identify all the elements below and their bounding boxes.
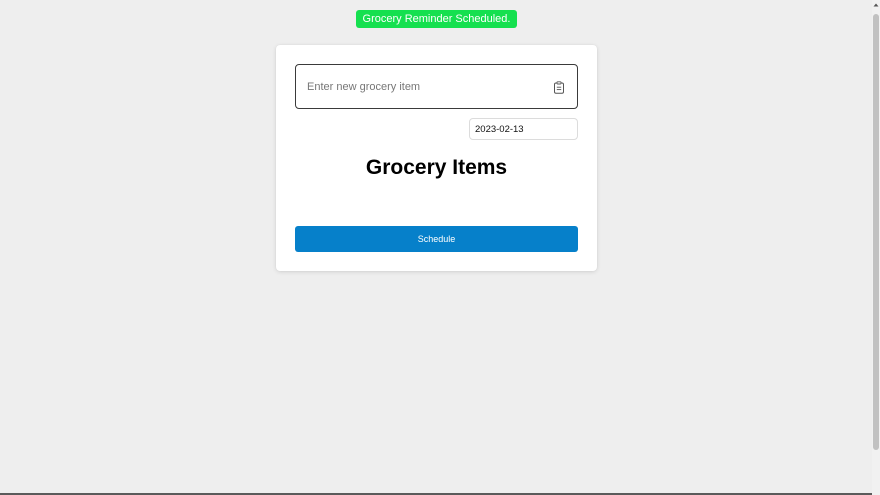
grocery-card: Grocery Items Schedule — [276, 45, 597, 271]
vertical-scrollbar[interactable] — [872, 0, 880, 495]
schedule-button[interactable]: Schedule — [295, 226, 578, 252]
grocery-item-field[interactable] — [295, 64, 578, 109]
grocery-item-input[interactable] — [307, 65, 537, 108]
toast-message: Grocery Reminder Scheduled. — [362, 13, 511, 25]
reminder-date-input[interactable] — [475, 119, 573, 139]
scrollbar-thumb[interactable] — [873, 14, 879, 450]
reminder-date-field[interactable] — [469, 118, 578, 140]
notification-toast: Grocery Reminder Scheduled. — [356, 10, 517, 28]
clipboard-icon — [554, 81, 564, 94]
grocery-items-heading: Grocery Items — [365, 156, 508, 179]
scroll-up-arrow-icon[interactable] — [872, 0, 880, 10]
